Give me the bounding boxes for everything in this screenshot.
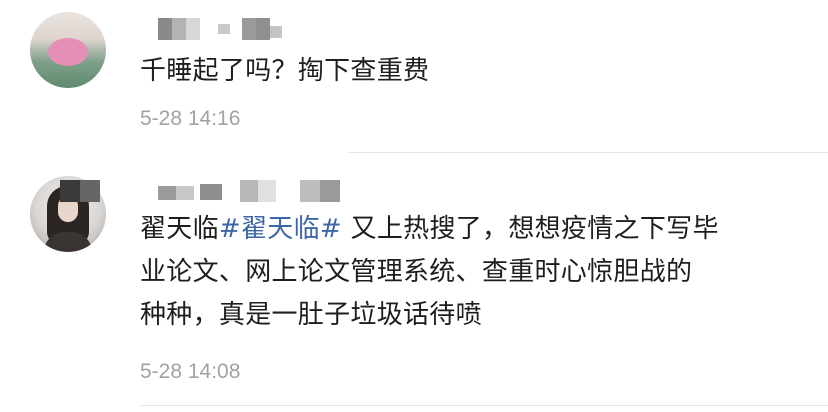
comment-item: 翟天临#翟天临# 又上热搜了，想想疫情之下写毕 业论文、网上论文管理系统、查重时… — [0, 153, 828, 412]
comment-timestamp: 5-28 14:16 — [140, 107, 241, 130]
avatar-flower-graphic — [48, 38, 88, 66]
hashtag-link[interactable]: #翟天临# — [219, 214, 342, 244]
comment-text-start: 翟天临 — [140, 214, 219, 244]
comment-list: 千睡起了吗？掏下查重费 5-28 14:16 翟天临#翟天临# 又上热搜了，想想… — [0, 0, 828, 412]
username-redacted[interactable] — [60, 180, 350, 202]
comment-timestamp: 5-28 14:08 — [140, 360, 241, 383]
comment-text: 翟天临#翟天临# 又上热搜了，想想疫情之下写毕 业论文、网上论文管理系统、查重时… — [140, 208, 790, 337]
divider — [140, 405, 828, 406]
comment-text: 千睡起了吗？掏下查重费 — [140, 56, 430, 86]
avatar[interactable] — [30, 12, 106, 88]
comment-line: 种种，真是一肚子垃圾话待喷 — [140, 300, 482, 330]
comment-line: 业论文、网上论文管理系统、查重时心惊胆战的 — [140, 257, 693, 287]
comment-text-continued: 又上热搜了，想想疫情之下写毕 — [341, 214, 719, 244]
username-redacted[interactable] — [158, 18, 308, 40]
comment-item: 千睡起了吗？掏下查重费 5-28 14:16 — [0, 0, 828, 153]
comment-line: 翟天临#翟天临# 又上热搜了，想想疫情之下写毕 — [140, 208, 790, 251]
